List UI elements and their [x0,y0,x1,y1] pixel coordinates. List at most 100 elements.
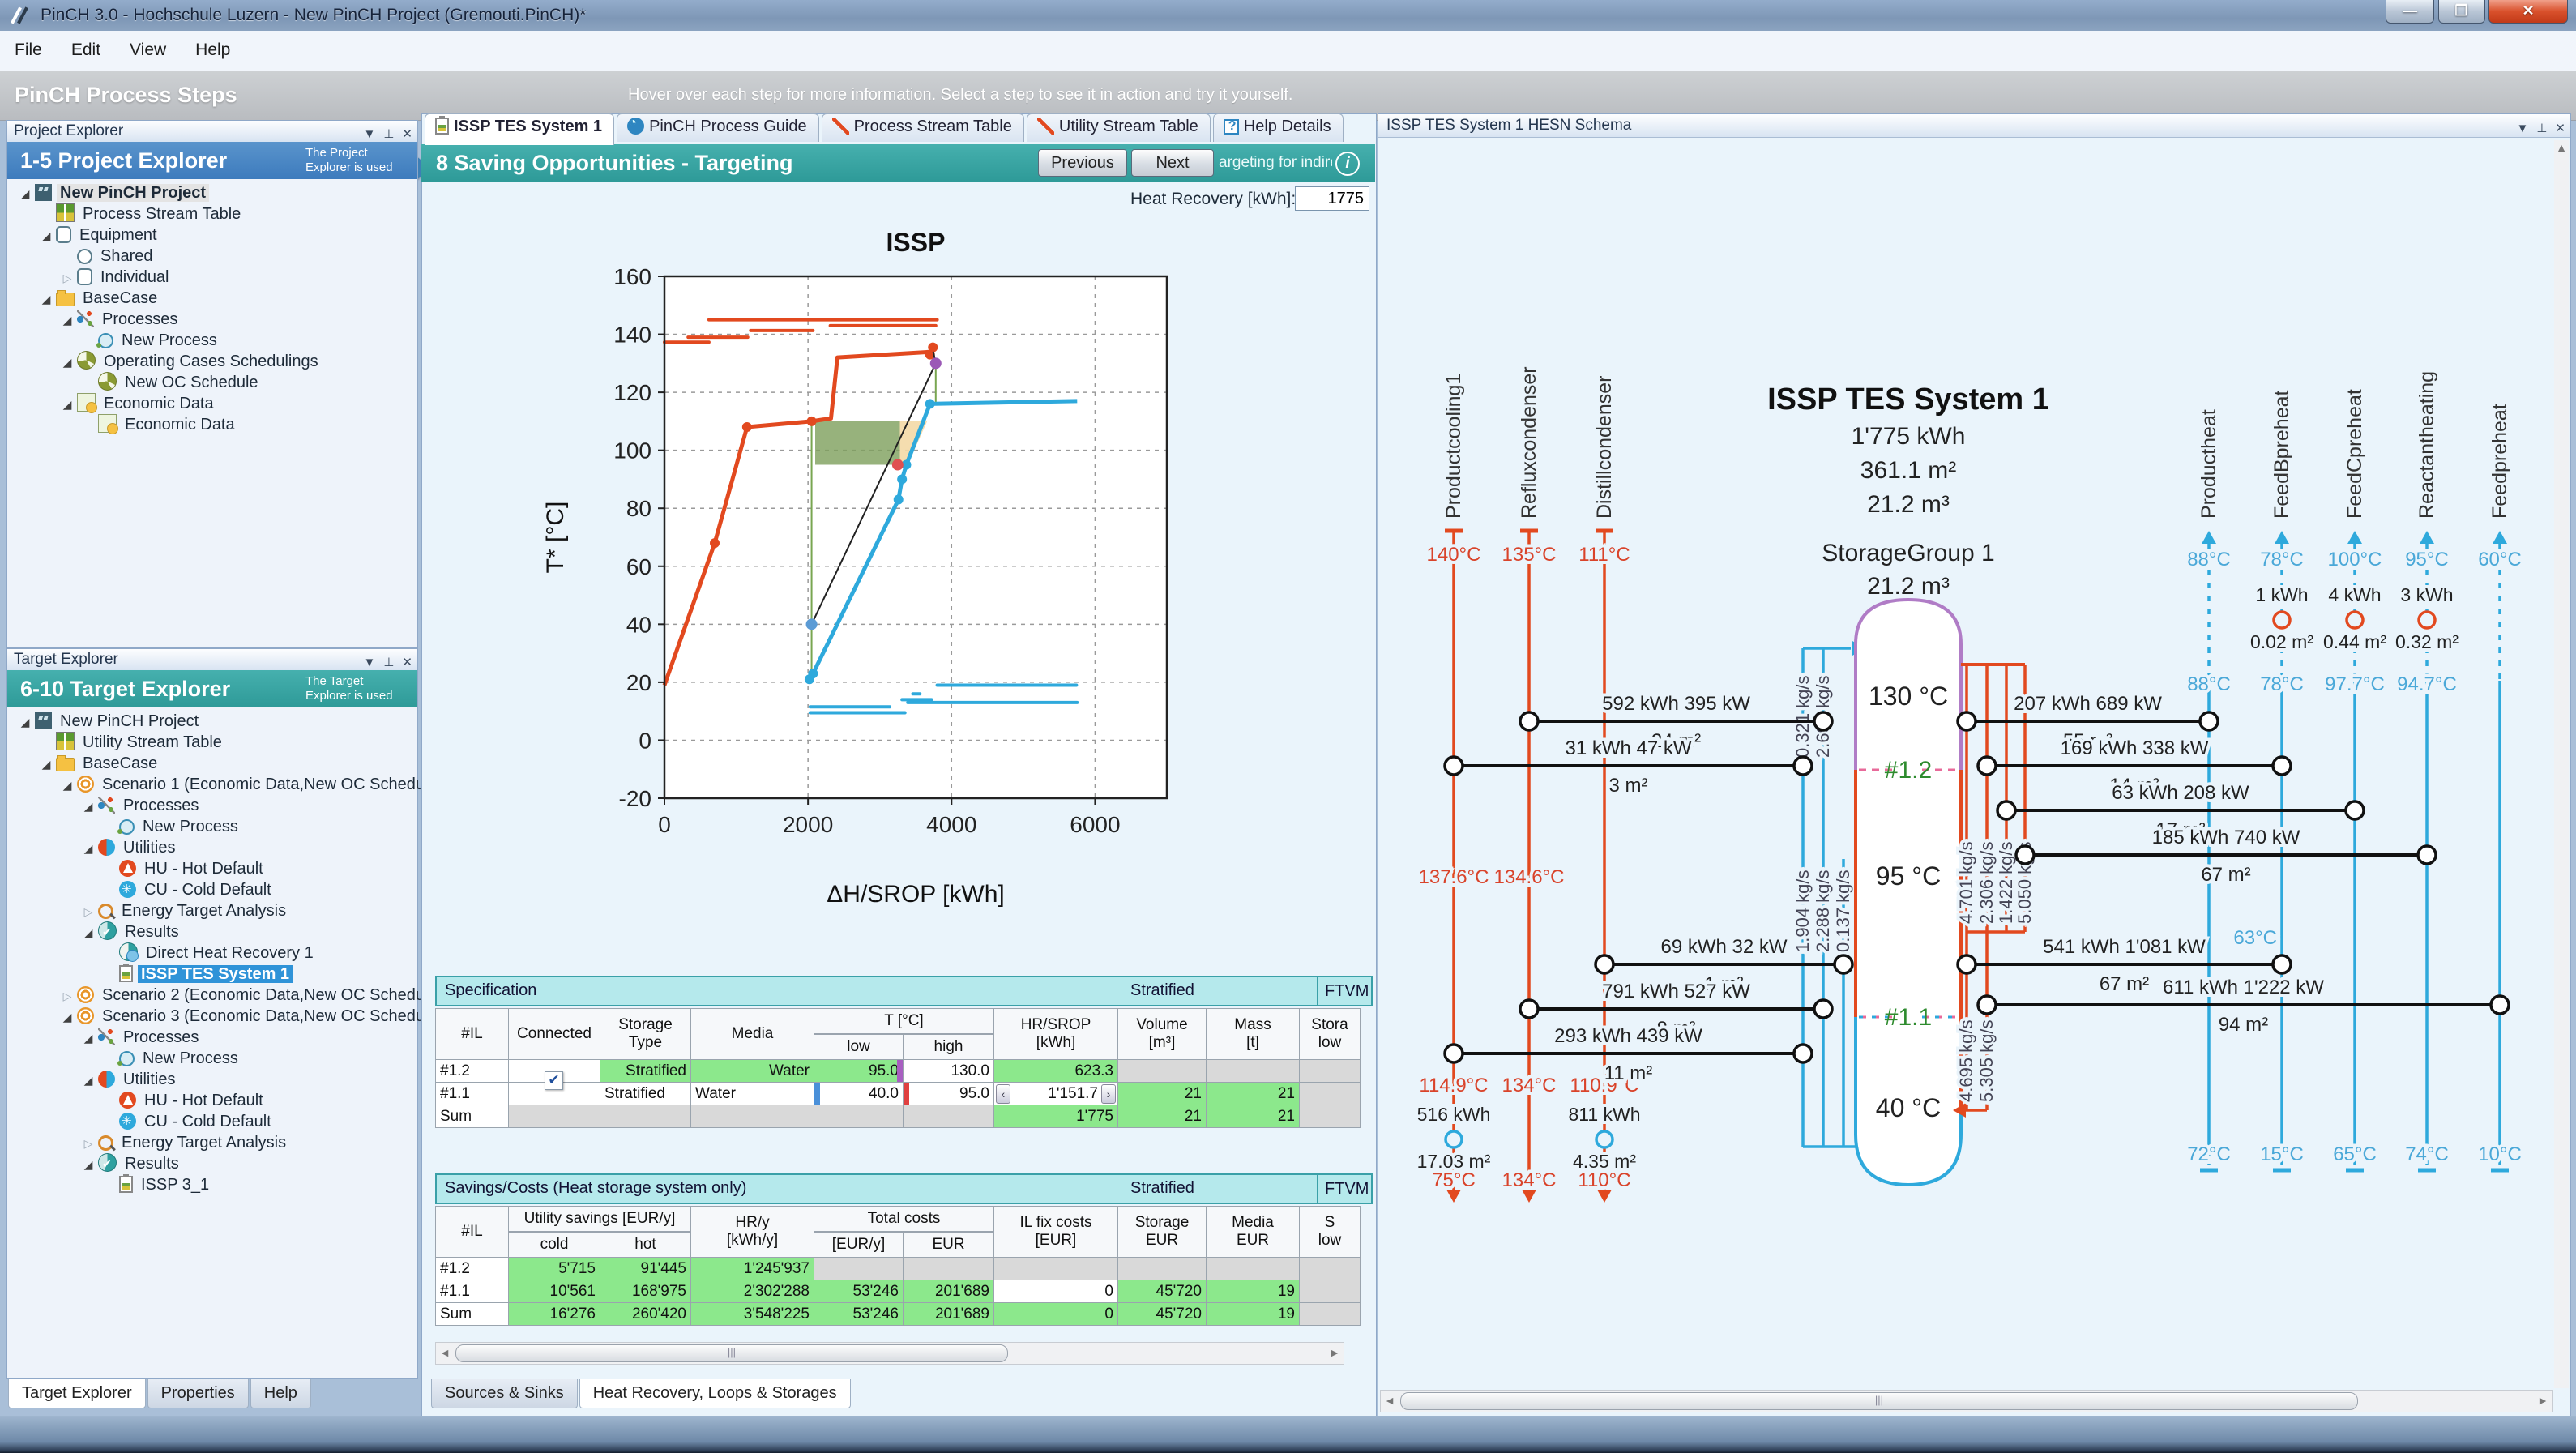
target-tree-item[interactable]: ISSP TES System 1 [9,964,416,985]
dropdown-icon[interactable]: ▼ [363,656,375,669]
expander-open[interactable]: ◢ [36,225,56,246]
scroll-right-arrow[interactable]: ► [2535,1393,2550,1408]
expander-open[interactable]: ◢ [58,310,77,331]
project-tree-item[interactable]: ◢BaseCase [9,288,416,309]
project-tree-item[interactable]: New Process [9,330,416,351]
target-tree-item[interactable]: ◢Utilities [9,837,416,858]
target-tree-item[interactable]: Utility Stream Table [9,732,416,753]
expander-closed[interactable]: ▷ [58,985,77,1006]
pin-icon[interactable]: ⊥ [383,127,394,141]
project-tree-item[interactable]: ◢Economic Data [9,393,416,414]
expander-closed[interactable]: ▷ [79,901,98,922]
scroll-thumb[interactable] [455,1344,1008,1362]
target-tree-item[interactable]: CU - Cold Default [9,1111,416,1132]
left-tab-help[interactable]: Help [250,1379,311,1408]
target-tree-item[interactable]: New Process [9,1048,416,1069]
expander-open[interactable]: ◢ [79,1154,98,1175]
target-tree-item[interactable]: ▷Energy Target Analysis [9,900,416,921]
menu-view[interactable]: View [115,31,181,60]
expander-open[interactable]: ◢ [58,352,77,373]
expander-open[interactable]: ◢ [58,1006,77,1028]
target-tree-item[interactable]: ▷Scenario 2 (Economic Data,New OC Schedu… [9,985,416,1006]
expander-open[interactable]: ◢ [36,288,56,310]
scroll-left-arrow[interactable]: ◄ [438,1345,452,1360]
expander-open[interactable]: ◢ [15,712,35,733]
expander-open[interactable]: ◢ [79,922,98,943]
bottom-tab-sources-sinks[interactable]: Sources & Sinks [431,1379,578,1408]
project-tree-item[interactable]: ▷Individual [9,267,416,288]
expander-open[interactable]: ◢ [79,838,98,859]
pin-icon[interactable]: ⊥ [2536,122,2547,135]
expander-closed[interactable]: ▷ [79,1133,98,1154]
minimize-button[interactable]: — [2386,0,2434,24]
target-tree-item[interactable]: Direct Heat Recovery 1 [9,942,416,964]
close-button[interactable]: ✕ [2488,0,2568,24]
target-tree-item[interactable]: ◢Utilities [9,1069,416,1090]
project-tree-item[interactable]: New OC Schedule [9,372,416,393]
tab-help-details[interactable]: Help Details [1213,113,1344,142]
scroll-right-arrow[interactable]: ► [1327,1345,1342,1360]
menu-edit[interactable]: Edit [57,31,115,60]
target-tree-item[interactable]: CU - Cold Default [9,879,416,900]
dropdown-icon[interactable]: ▼ [2516,122,2528,135]
project-tree-item[interactable]: ◢New PinCH Project [9,182,416,203]
close-icon[interactable]: ✕ [402,127,412,141]
project-tree-item[interactable]: Shared [9,246,416,267]
cell-t-high[interactable]: 95.0 [904,1083,994,1105]
expander-open[interactable]: ◢ [79,796,98,817]
target-tree-item[interactable]: HU - Hot Default [9,1090,416,1111]
cell-il-fix[interactable]: 0 [994,1280,1118,1303]
target-tree-item[interactable]: ◢BaseCase [9,753,416,774]
tab-process-stream-table[interactable]: Process Stream Table [822,113,1024,142]
target-tree-item[interactable]: ◢Processes [9,795,416,816]
expander-open[interactable]: ◢ [58,775,77,796]
maximize-button[interactable]: ❐ [2438,0,2485,24]
target-tree-item[interactable]: ◢Scenario 3 (Economic Data,New OC Schedu… [9,1006,416,1027]
dropdown-icon[interactable]: ▼ [363,127,375,141]
spin-up[interactable]: › [1101,1084,1116,1104]
scroll-thumb[interactable] [1400,1392,2358,1410]
target-tree-item[interactable]: HU - Hot Default [9,858,416,879]
close-icon[interactable]: ✕ [2555,122,2565,135]
tab-pinch-process-guide[interactable]: PinCH Process Guide [617,113,819,142]
scroll-left-arrow[interactable]: ◄ [1382,1393,1397,1408]
heat-recovery-input[interactable]: 1775 [1295,186,1369,211]
target-tree-item[interactable]: ◢Scenario 1 (Economic Data,New OC Schedu… [9,774,416,795]
spin-down[interactable]: ‹ [996,1084,1010,1104]
bottom-tab-heat-recovery-loops-storages[interactable]: Heat Recovery, Loops & Storages [579,1379,851,1408]
cell-t-low[interactable]: 40.0 [814,1083,904,1105]
project-tree-item[interactable]: Process Stream Table [9,203,416,224]
target-tree-item[interactable]: New Process [9,816,416,837]
target-tree-item[interactable]: ◢Results [9,1153,416,1174]
expander-open[interactable]: ◢ [15,183,35,204]
project-tree-item[interactable]: ◢Processes [9,309,416,330]
center-hscrollbar[interactable]: ◄ ► [435,1342,1344,1365]
target-tree-item[interactable]: ◢Results [9,921,416,942]
target-tree-item[interactable]: ISSP 3_1 [9,1174,416,1195]
tab-utility-stream-table[interactable]: Utility Stream Table [1027,113,1211,142]
previous-button[interactable]: Previous [1038,149,1127,177]
info-icon[interactable]: i [1335,152,1360,176]
target-tree-item[interactable]: ◢Processes [9,1027,416,1048]
project-tree-item[interactable]: ◢Operating Cases Schedulings [9,351,416,372]
close-icon[interactable]: ✕ [402,656,412,669]
pin-icon[interactable]: ⊥ [383,656,394,669]
target-tree-item[interactable]: ◢New PinCH Project [9,711,416,732]
expander-open[interactable]: ◢ [36,754,56,775]
expander-open[interactable]: ◢ [79,1028,98,1049]
project-tree-item[interactable]: ◢Equipment [9,224,416,246]
menu-help[interactable]: Help [181,31,245,60]
target-tree-item[interactable]: ▷Energy Target Analysis [9,1132,416,1153]
left-tab-properties[interactable]: Properties [147,1379,249,1408]
connected-checkbox[interactable]: ✔ [545,1071,563,1090]
cell-t-high[interactable]: 130.0 [904,1060,994,1083]
project-tree-item[interactable]: Economic Data [9,414,416,435]
menu-file[interactable]: File [0,31,57,60]
cell-storage[interactable]: Stratified [600,1083,691,1105]
next-button[interactable]: Next [1131,149,1214,177]
tab-issp-tes-system-1[interactable]: ISSP TES System 1 [425,113,614,145]
expander-closed[interactable]: ▷ [58,267,77,288]
expander-open[interactable]: ◢ [79,1070,98,1091]
cell-media[interactable]: Water [691,1083,814,1105]
expander-open[interactable]: ◢ [58,394,77,415]
